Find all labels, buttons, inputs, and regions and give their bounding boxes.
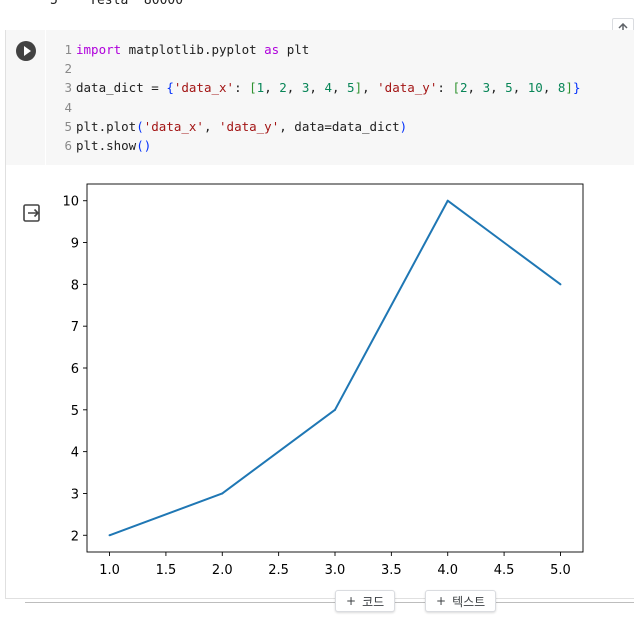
x-tick-label: 2.0 xyxy=(212,563,233,578)
data-point xyxy=(108,534,111,537)
data-point xyxy=(559,283,562,286)
y-tick-label: 8 xyxy=(71,278,79,293)
plus-icon: + xyxy=(346,594,357,608)
data-point xyxy=(446,199,449,202)
add-code-label: 코드 xyxy=(362,594,385,609)
x-tick-label: 2.5 xyxy=(268,563,289,578)
x-tick-label: 4.0 xyxy=(437,563,458,578)
data-point xyxy=(221,492,224,495)
x-tick-label: 4.5 xyxy=(494,563,515,578)
x-tick-label: 1.5 xyxy=(156,563,177,578)
add-text-button[interactable]: + 텍스트 xyxy=(425,590,497,612)
y-tick-label: 5 xyxy=(71,404,79,419)
x-tick-label: 3.5 xyxy=(381,563,402,578)
x-tick-label: 1.0 xyxy=(99,563,120,578)
plot-area xyxy=(86,183,584,553)
add-code-button[interactable]: + 코드 xyxy=(335,590,396,612)
line-chart: 1.0 1.5 2.0 2.5 3.0 3.5 4.0 4.5 5.0 2 3 4 5 6 7 8 9 10 xyxy=(62,183,584,578)
data-point xyxy=(334,408,336,411)
cell-divider xyxy=(25,602,634,603)
add-text-label: 텍스트 xyxy=(452,594,486,609)
y-tick-label: 10 xyxy=(62,195,79,210)
plus-icon: + xyxy=(436,594,447,608)
y-tick-label: 3 xyxy=(71,487,79,502)
y-tick-label: 7 xyxy=(71,320,79,335)
x-tick-label: 3.0 xyxy=(325,563,346,578)
y-tick-label: 2 xyxy=(71,529,79,544)
x-tick-label: 5.0 xyxy=(550,563,571,578)
y-tick-label: 9 xyxy=(71,237,79,252)
y-tick-label: 4 xyxy=(71,446,79,461)
y-tick-label: 6 xyxy=(71,362,79,377)
